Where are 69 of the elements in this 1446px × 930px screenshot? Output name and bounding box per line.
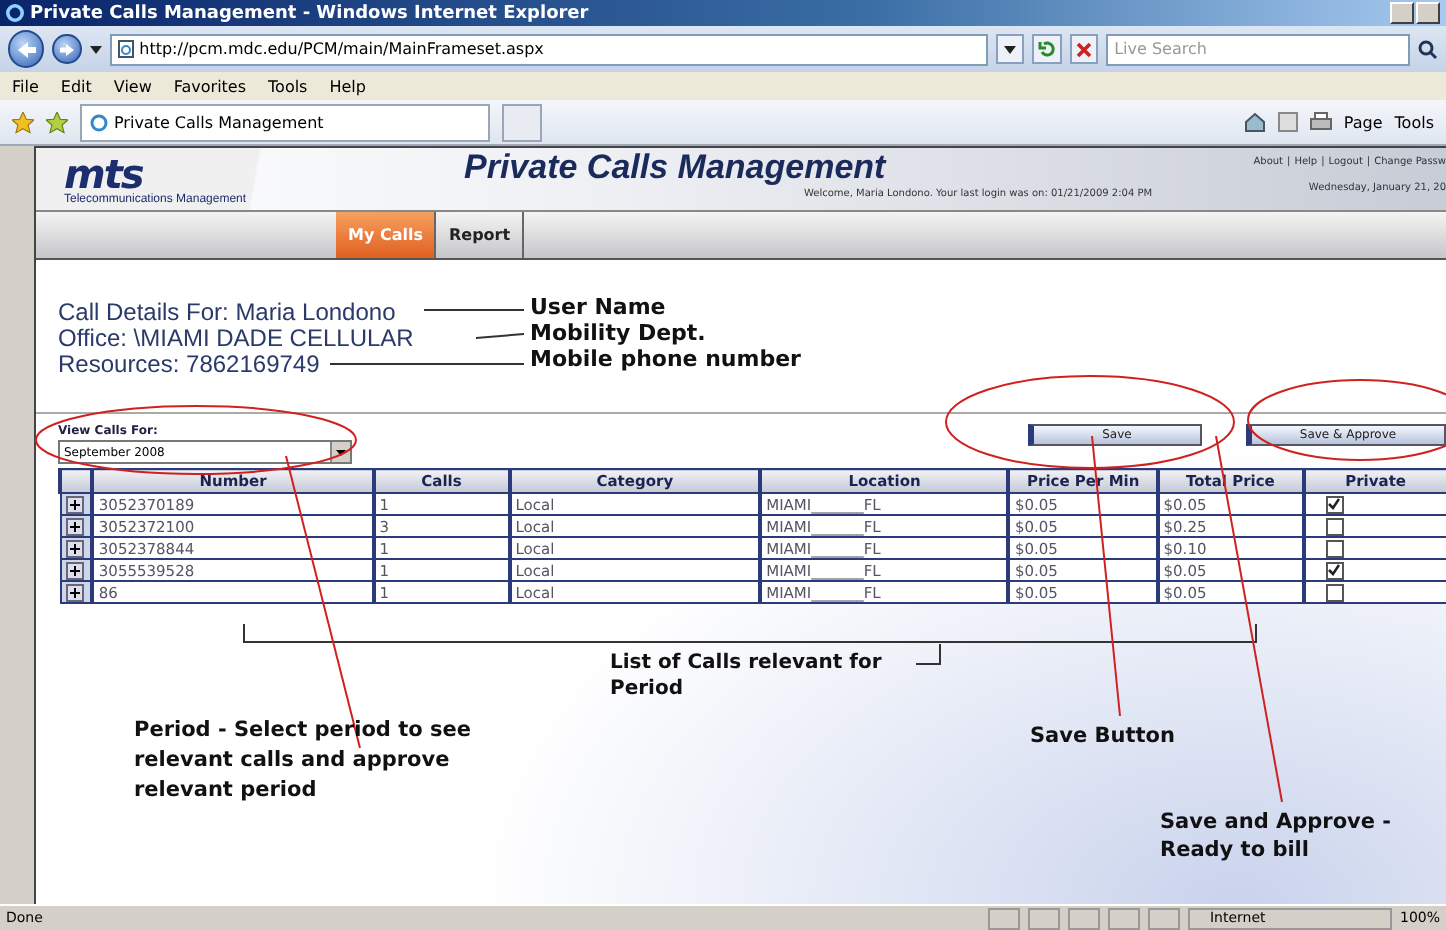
plus-icon [69, 499, 79, 509]
annotation-text: List of Calls relevant for Period [610, 650, 884, 702]
tab-title: Private Calls Management [114, 113, 324, 131]
star-icon[interactable] [12, 111, 34, 133]
private-checkbox[interactable] [1325, 583, 1344, 601]
private-checkbox[interactable] [1325, 539, 1344, 557]
browser-icon [90, 113, 108, 131]
forward-button[interactable] [52, 34, 82, 64]
logo: mts [64, 153, 143, 193]
menu-item[interactable]: File [12, 77, 39, 95]
caret-icon[interactable] [89, 45, 102, 53]
left-arrow-icon [17, 41, 36, 57]
toolbar-command[interactable]: Page [1343, 113, 1383, 131]
status-pane [1027, 907, 1060, 929]
browser-tab[interactable]: Private Calls Management [80, 103, 490, 141]
caret-icon [336, 449, 346, 455]
dropdown-button[interactable] [995, 34, 1025, 64]
status-pane [1107, 907, 1140, 929]
expand-button[interactable] [65, 539, 83, 557]
toolbar-command[interactable]: Tools [1394, 113, 1434, 131]
status-pane [987, 907, 1020, 929]
private-checkbox[interactable] [1325, 517, 1344, 535]
home-icon[interactable] [1243, 112, 1266, 132]
address-field[interactable]: http://pcm.mdc.edu/PCM/main/MainFrameset.aspx [109, 33, 988, 65]
menu-item[interactable]: Help [329, 77, 366, 95]
page-icon [117, 40, 134, 58]
expand-button[interactable] [65, 583, 83, 601]
annotation-text: User Name [530, 296, 668, 320]
menu-item[interactable]: Favorites [173, 77, 247, 95]
leader-line [915, 643, 941, 665]
plus-icon [69, 521, 79, 531]
annotation-text: Mobility Dept. [530, 322, 708, 346]
private-checkbox[interactable] [1325, 561, 1344, 579]
expand-button[interactable] [65, 495, 83, 513]
close-icon [1075, 41, 1092, 57]
menu-item[interactable]: Edit [60, 77, 92, 95]
stop-button[interactable] [1069, 34, 1099, 64]
detail-text: Call Details For: Maria Londono [58, 300, 396, 326]
expand-button[interactable] [65, 561, 83, 579]
browser-icon [6, 4, 24, 22]
search-icon[interactable] [1418, 39, 1438, 59]
maximize-button[interactable] [1416, 2, 1440, 24]
plus-icon [69, 587, 79, 597]
annotation-text: Save Button [1030, 724, 1177, 748]
detail-text: Office: \MIAMI DADE CELLULAR [58, 326, 414, 352]
status-pane [1067, 907, 1100, 929]
site-title: Private Calls Management [464, 148, 886, 188]
status-pane [1147, 907, 1180, 929]
window-title: Private Calls Management - Windows Internet Explorer [30, 3, 589, 23]
right-arrow-icon [60, 43, 75, 55]
annotation-text: Save and Approve - Ready to bill [1160, 808, 1394, 864]
minimize-button[interactable] [1390, 2, 1414, 24]
add-favorite-icon[interactable] [46, 111, 68, 133]
menu-item[interactable]: View [113, 77, 152, 95]
refresh-icon [1037, 40, 1056, 58]
printer-icon[interactable] [1309, 112, 1332, 132]
refresh-button[interactable] [1032, 34, 1062, 64]
caret-icon [1003, 45, 1016, 53]
back-button[interactable] [8, 30, 45, 68]
plus-icon [69, 565, 79, 575]
leader-line [423, 309, 525, 311]
leader-line [475, 333, 525, 339]
annotation-text: Mobile phone number [530, 348, 803, 372]
expand-button[interactable] [65, 517, 83, 535]
private-checkbox[interactable] [1325, 495, 1344, 513]
plus-icon [69, 543, 79, 553]
menu-item[interactable]: Tools [268, 77, 308, 95]
nav-tab[interactable]: Report [436, 212, 525, 258]
detail-text: Resources: 7862169749 [58, 352, 320, 378]
